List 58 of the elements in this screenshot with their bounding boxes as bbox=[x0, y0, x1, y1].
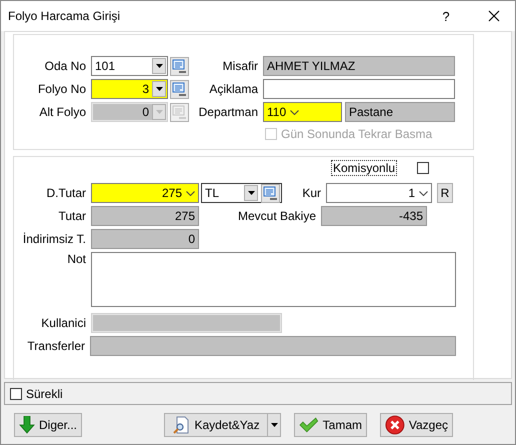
list-icon[interactable] bbox=[170, 80, 189, 98]
more-button[interactable]: Diger... bbox=[14, 413, 82, 437]
checkbox[interactable] bbox=[10, 388, 22, 400]
list-icon[interactable] bbox=[261, 184, 280, 202]
chevron-icon bbox=[419, 190, 428, 196]
checkbox-label: Sürekli bbox=[26, 386, 63, 400]
field-label: D.Tutar bbox=[45, 186, 86, 200]
dropdown-button[interactable] bbox=[244, 185, 258, 201]
document-magnifier-icon bbox=[172, 416, 190, 434]
field-label: Transferler bbox=[26, 339, 85, 353]
rate-dropdown[interactable]: 1 bbox=[326, 183, 432, 203]
chevron-icon bbox=[290, 110, 300, 114]
caret-icon bbox=[156, 87, 162, 91]
checkbox[interactable] bbox=[417, 162, 430, 174]
balance-field: -435 bbox=[321, 206, 427, 226]
description-field[interactable] bbox=[263, 79, 455, 99]
field-label: Açiklama bbox=[208, 82, 258, 96]
dropdown-button[interactable] bbox=[152, 58, 166, 74]
field-label: Kullanici bbox=[40, 316, 86, 330]
field-label: İndirimsiz T. bbox=[22, 232, 86, 246]
ok-button[interactable]: Tamam bbox=[294, 413, 368, 437]
save-print-button[interactable]: Kaydet&Yaz bbox=[164, 413, 268, 437]
field-label: Kur bbox=[301, 186, 321, 200]
field-label: Misafir bbox=[222, 59, 258, 73]
gross-field: 0 bbox=[91, 229, 199, 249]
field-label: Not bbox=[66, 252, 86, 266]
cancel-icon bbox=[385, 415, 405, 435]
department-name-field: Pastane bbox=[345, 102, 455, 122]
caret-icon bbox=[270, 423, 278, 427]
field-label: Folyo No bbox=[36, 82, 86, 96]
field-label: Oda No bbox=[44, 59, 86, 73]
guest-name-field: AHMET YILMAZ bbox=[263, 56, 455, 76]
window-title: Folyo Harcama Girişi bbox=[8, 9, 122, 23]
rate-button[interactable]: R bbox=[437, 183, 453, 203]
foreign-amount-dropdown[interactable]: 275 bbox=[91, 183, 199, 203]
field-label: Tutar bbox=[57, 209, 86, 223]
department-dropdown[interactable]: 110 bbox=[263, 102, 342, 122]
room-combo[interactable]: 101 bbox=[91, 56, 168, 76]
checkbox-label: Komisyonlu bbox=[332, 161, 396, 175]
chevron-icon bbox=[186, 190, 195, 196]
currency-combo[interactable]: TL bbox=[201, 183, 282, 203]
field-label: Alt Folyo bbox=[38, 105, 86, 119]
field-label: Departman bbox=[198, 105, 258, 119]
folio-combo[interactable]: 3 bbox=[91, 79, 168, 99]
checkbox-label: Gün Sonunda Tekrar Basma bbox=[281, 127, 432, 141]
note-field[interactable] bbox=[91, 252, 456, 307]
list-icon[interactable] bbox=[170, 56, 189, 76]
dropdown-button[interactable] bbox=[152, 81, 166, 97]
caret-icon bbox=[156, 110, 162, 114]
down-arrow-icon bbox=[19, 416, 35, 434]
check-icon bbox=[299, 417, 319, 433]
caret-icon bbox=[156, 64, 162, 68]
cancel-button[interactable]: Vazgeç bbox=[380, 413, 454, 437]
field-label: Mevcut Bakiye bbox=[236, 209, 316, 223]
total-field: 275 bbox=[91, 206, 199, 226]
caret-icon bbox=[248, 191, 254, 195]
help-button[interactable]: ? bbox=[436, 8, 456, 24]
dropdown-button[interactable] bbox=[268, 413, 282, 437]
